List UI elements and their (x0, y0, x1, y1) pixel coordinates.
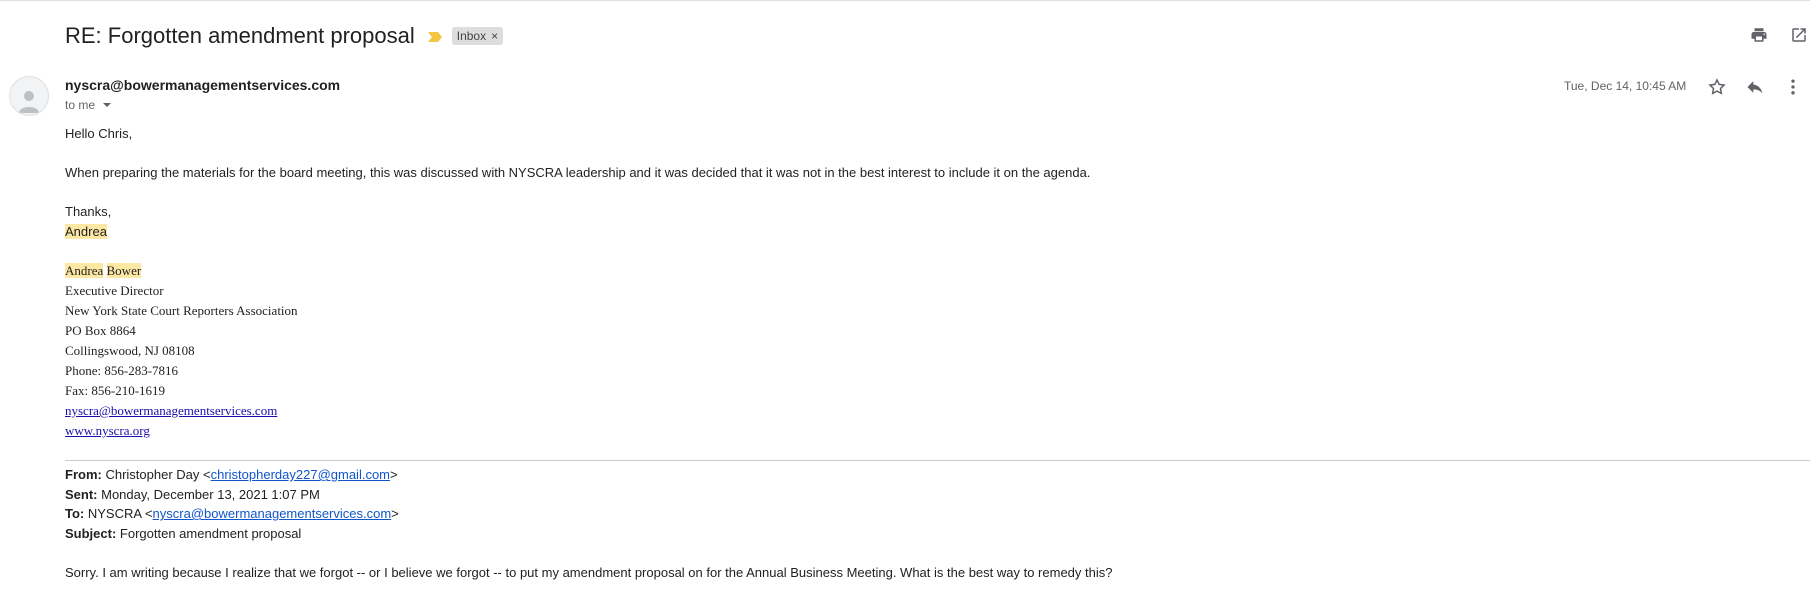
subject-row: RE: Forgotten amendment proposal Inbox × (65, 20, 504, 52)
sender-avatar[interactable] (9, 76, 49, 116)
highlighted-name: Andrea (65, 224, 107, 239)
thread-actions (1748, 24, 1810, 46)
signature-phone: Phone: 856-283-7816 (65, 363, 179, 378)
signature-title: Executive Director (65, 283, 164, 298)
signature-last-name: Bower (106, 263, 142, 278)
body-closing: Thanks, (65, 204, 112, 219)
recipient-text: to me (65, 98, 96, 112)
email-subject: RE: Forgotten amendment proposal (65, 23, 415, 48)
body-greeting: Hello Chris, (65, 126, 133, 141)
from-close: > (390, 467, 398, 482)
signature-email-link[interactable]: nyscra@bowermanagementservices.com (65, 403, 277, 418)
inbox-label-chip: Inbox × (451, 27, 504, 45)
open-in-new-window-icon[interactable] (1788, 24, 1810, 46)
star-icon[interactable] (1706, 76, 1728, 98)
inbox-label-text: Inbox (456, 29, 487, 43)
signature-website-row: www.nyscra.org (65, 423, 150, 439)
from-email-link[interactable]: christopherday227@gmail.com (211, 467, 390, 482)
more-vert-icon[interactable] (1782, 76, 1804, 98)
reply-icon[interactable] (1744, 76, 1766, 98)
quoted-subject: Subject: Forgotten amendment proposal (65, 526, 301, 541)
quoted-body: Sorry. I am writing because I realize th… (65, 565, 1113, 580)
signature-city: Collingswood, NJ 08108 (65, 343, 195, 358)
signature-name: Andrea Bower (65, 263, 142, 279)
to-name: NYSCRA < (87, 506, 153, 521)
remove-label-icon[interactable]: × (491, 29, 498, 43)
signature-po-box: PO Box 8864 (65, 323, 136, 338)
signature-website-link[interactable]: www.nyscra.org (65, 423, 150, 438)
to-label: To: (65, 506, 85, 521)
quoted-sent: Sent: Monday, December 13, 2021 1:07 PM (65, 487, 320, 502)
top-divider (0, 0, 1810, 1)
sent-value: Monday, December 13, 2021 1:07 PM (101, 487, 320, 502)
quoted-from: From: Christopher Day <christopherday227… (65, 467, 398, 482)
signature-first-name: Andrea (65, 263, 104, 278)
body-paragraph: When preparing the materials for the boa… (65, 165, 1091, 180)
quoted-to: To: NYSCRA <nyscra@bowermanagementservic… (65, 506, 399, 521)
signature-org: New York State Court Reporters Associati… (65, 303, 298, 318)
message-actions (1706, 76, 1810, 98)
subject-label: Subject: (65, 526, 117, 541)
sent-label: Sent: (65, 487, 98, 502)
chevron-down-icon[interactable] (103, 103, 112, 107)
sender-email[interactable]: nyscra@bowermanagementservices.com (65, 77, 340, 93)
from-label: From: (65, 467, 102, 482)
importance-marker-icon[interactable] (427, 30, 443, 42)
subject-value: Forgotten amendment proposal (119, 526, 302, 541)
to-email-link[interactable]: nyscra@bowermanagementservices.com (153, 506, 392, 521)
person-icon (19, 91, 39, 113)
signature-fax: Fax: 856-210-1619 (65, 383, 166, 398)
print-icon[interactable] (1748, 24, 1770, 46)
from-name: Christopher Day < (105, 467, 211, 482)
message-date: Tue, Dec 14, 10:45 AM (1564, 79, 1687, 93)
quote-divider (65, 460, 1810, 461)
body-name: Andrea (65, 224, 107, 239)
to-close: > (391, 506, 399, 521)
signature-email-row: nyscra@bowermanagementservices.com (65, 403, 277, 419)
recipient-details[interactable]: to me (65, 98, 112, 112)
